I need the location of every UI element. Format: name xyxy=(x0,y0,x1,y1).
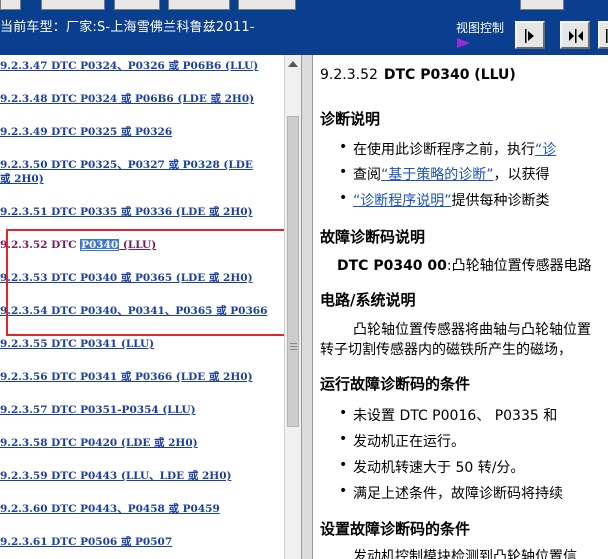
toc-item[interactable]: 9.2.3.60 DTC P0443、P0458 或 P0459 xyxy=(0,503,220,516)
grip-line xyxy=(290,343,297,344)
pane-splitter[interactable] xyxy=(301,55,313,559)
bullet-text: 查阅 xyxy=(353,167,381,183)
vehicle-label: 当前车型：厂家:S-上海雪佛兰科鲁兹2011- xyxy=(0,20,255,35)
toc-item[interactable]: 9.2.3.61 DTC P0506 或 P0507 xyxy=(0,536,172,549)
scroll-up-icon[interactable] xyxy=(288,61,298,67)
toc-item[interactable]: 9.2.3.58 DTC P0420 (LDE 或 2H0) xyxy=(0,437,198,450)
bullet-item: 满足上述条件，故障诊断码将持续 xyxy=(339,483,563,503)
toc-scrollbar[interactable] xyxy=(284,55,302,559)
bullet-item: 发动机转速大于 50 转/分。 xyxy=(339,457,524,477)
paragraph-line: 凸轮轴位置传感器将曲轴与凸轮轴位置 xyxy=(353,322,591,338)
paragraph-line: 转子切割传感器内的磁铁所产生的磁场， xyxy=(320,342,572,358)
toolbar-strip xyxy=(0,0,608,11)
toc-item[interactable]: 9.2.3.54 DTC P0340、P0341、P0365 或 P0366 xyxy=(0,305,267,318)
toc-item[interactable]: 9.2.3.50 DTC P0325、P0327 或 P0328 (LDE 或 … xyxy=(0,158,253,186)
document-pane: 9.2.3.52 DTC P0340 (LLU) 诊断说明 在使用此诊断程序之前，… xyxy=(313,55,608,559)
toolbar-button[interactable] xyxy=(41,0,105,10)
toolbar-button[interactable] xyxy=(238,0,296,10)
section-heading: 运行故障诊断码的条件 xyxy=(320,375,471,393)
fit-button[interactable] xyxy=(560,21,590,49)
dtc-code: DTC P0340 00 xyxy=(337,258,447,274)
toc-item[interactable]: 9.2.3.56 DTC P0341 或 P0366 (LDE 或 2H0) xyxy=(0,371,253,384)
dtc-description: DTC P0340 00:凸轮轴位置传感器电路 xyxy=(337,255,592,275)
fit-width-icon xyxy=(569,29,583,43)
bullet-text: 提供每种诊断类 xyxy=(451,193,550,209)
search-highlight: P0340 xyxy=(80,239,120,251)
bullet-item: 查阅“基于策略的诊断”，以获得 xyxy=(339,164,550,184)
paragraph-line: 发动机控制模块检测到凸轮轴位置信 xyxy=(353,549,577,559)
section-heading: 诊断说明 xyxy=(320,110,381,128)
toolbar-button[interactable] xyxy=(168,0,230,10)
grip-line xyxy=(290,346,297,347)
header-bar: 当前车型：厂家:S-上海雪佛兰科鲁兹2011- 视图控制 xyxy=(0,0,608,55)
section-heading: 电路/系统说明 xyxy=(320,291,416,309)
doc-link[interactable]: “诊断程序说明” xyxy=(353,193,452,209)
bullet-text: ，以获得 xyxy=(493,167,550,183)
toolbar-button[interactable] xyxy=(520,0,564,10)
play-icon[interactable] xyxy=(457,38,470,48)
toc-item[interactable]: 9.2.3.55 DTC P0341 (LLU) xyxy=(0,338,154,351)
toc-item-active[interactable]: 9.2.3.52 DTC P0340 (LLU) xyxy=(0,239,156,252)
bullet-item: 未设置 DTC P0016、 P0335 和 xyxy=(339,405,557,425)
doc-link[interactable]: “诊 xyxy=(535,142,556,158)
grip-line xyxy=(290,349,297,350)
bullet-item: 在使用此诊断程序之前，执行“诊 xyxy=(339,139,556,159)
toc-item[interactable]: 9.2.3.51 DTC P0335 或 P0336 (LDE 或 2H0) xyxy=(0,206,253,219)
toc-item[interactable]: 9.2.3.48 DTC P0324 或 P06B6 (LDE 或 2H0) xyxy=(0,93,254,106)
toc-item[interactable]: 9.2.3.59 DTC P0443 (LLU、LDE 或 2H0) xyxy=(0,470,231,483)
toc-item[interactable]: 9.2.3.57 DTC P0351-P0354 (LLU) xyxy=(0,404,196,417)
forward-button[interactable] xyxy=(515,21,545,49)
toc-item-suffix: (LLU) xyxy=(119,239,157,251)
toc-item[interactable]: 9.2.3.53 DTC P0340 或 P0365 (LDE 或 2H0) xyxy=(0,272,253,285)
bullet-item: “诊断程序说明”提供每种诊断类 xyxy=(339,190,550,210)
bullet-item: 发动机正在运行。 xyxy=(339,431,465,451)
section-heading: 设置故障诊断码的条件 xyxy=(320,520,471,538)
toc-item[interactable]: 9.2.3.47 DTC P0324、P0326 或 P06B6 (LLU) xyxy=(0,60,258,73)
toc-item-prefix: 9.2.3.52 DTC xyxy=(0,239,81,251)
bullet-text: 在使用此诊断程序之前，执行 xyxy=(353,142,535,158)
toolbar-button[interactable] xyxy=(114,0,160,10)
title-code: DTC P0340 (LLU) xyxy=(383,67,516,83)
arrow-right-icon xyxy=(525,29,534,43)
view-control-label: 视图控制 xyxy=(456,21,505,35)
next-button[interactable] xyxy=(598,21,608,49)
toc-item-line: 或 2H0) xyxy=(0,173,44,185)
toolbar-button[interactable] xyxy=(0,0,21,10)
section-heading: 故障诊断码说明 xyxy=(320,228,426,246)
toc-item-line: 9.2.3.50 DTC P0325、P0327 或 P0328 (LDE xyxy=(0,159,253,171)
toc-item[interactable]: 9.2.3.49 DTC P0325 或 P0326 xyxy=(0,126,172,139)
doc-link[interactable]: “基于策略的诊断” xyxy=(381,167,494,183)
toc-pane: 9.2.3.47 DTC P0324、P0326 或 P06B6 (LLU) 9… xyxy=(0,55,282,559)
title-number: 9.2.3.52 xyxy=(320,67,378,83)
page-title: 9.2.3.52 DTC P0340 (LLU) xyxy=(320,67,516,83)
dtc-text: :凸轮轴位置传感器电路 xyxy=(446,258,592,274)
scrollbar-thumb[interactable] xyxy=(287,116,299,427)
